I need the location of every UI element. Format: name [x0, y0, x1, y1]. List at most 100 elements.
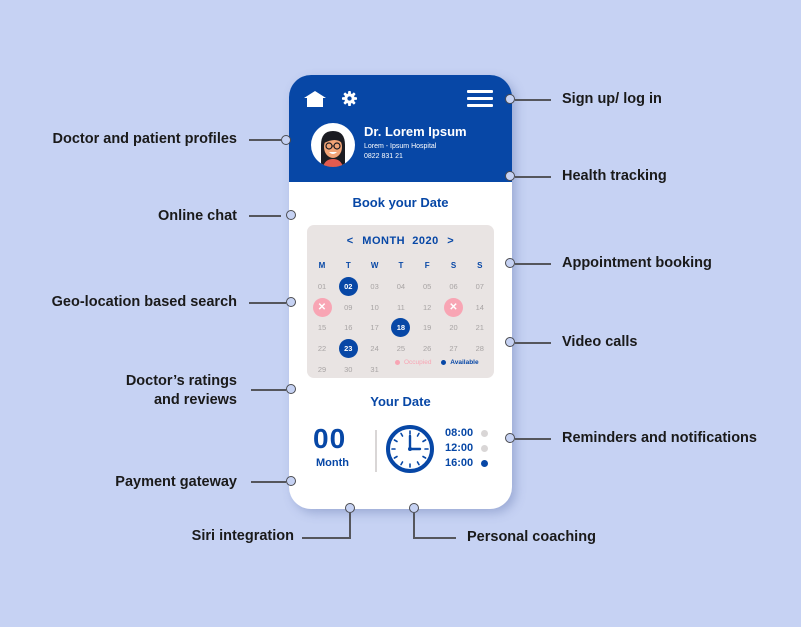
- day-number: 01: [317, 281, 327, 291]
- day-number: 17: [370, 323, 379, 333]
- weekday-label: F: [424, 261, 430, 270]
- calendar-day[interactable]: 05: [416, 277, 438, 297]
- connector-line: [515, 263, 551, 265]
- calendar-day[interactable]: 10: [364, 298, 386, 318]
- connector-line: [249, 302, 286, 304]
- connector-line: [515, 342, 551, 344]
- day-number: 03: [370, 281, 379, 291]
- calendar-day[interactable]: 22: [311, 339, 333, 359]
- calendar-day[interactable]: 27: [443, 339, 465, 359]
- doctor-avatar[interactable]: [311, 123, 355, 167]
- time-slot[interactable]: 16:00: [445, 456, 489, 471]
- calendar-day[interactable]: 06: [443, 277, 465, 297]
- app-header: Dr. Lorem Ipsum Lorem - Ipsum Hospital 0…: [289, 75, 512, 182]
- day-number: 20: [449, 323, 458, 333]
- calendar-day[interactable]: 31: [364, 360, 386, 380]
- divider: [375, 430, 377, 472]
- doctor-name: Dr. Lorem Ipsum: [364, 124, 467, 139]
- calendar-day[interactable]: 15: [311, 318, 333, 338]
- unselected-dot-icon: [481, 444, 489, 452]
- month-year-label: MONTH 2020: [362, 235, 439, 247]
- connector-line: [413, 537, 456, 539]
- calendar-day[interactable]: 28: [469, 339, 491, 359]
- calendar-day[interactable]: 01: [311, 277, 333, 297]
- day-number: 02: [338, 276, 358, 296]
- occupied-x-icon: ✕: [312, 297, 332, 317]
- hamburger-menu-icon[interactable]: [467, 90, 493, 108]
- calendar-day[interactable]: 20: [443, 318, 465, 338]
- day-number: 26: [423, 344, 432, 354]
- connector-node: [505, 171, 515, 181]
- legend-available: Available: [450, 359, 479, 366]
- time-label: 16:00: [445, 457, 474, 469]
- calendar-day[interactable]: 04: [390, 277, 412, 297]
- calendar-day-available[interactable]: 02: [337, 276, 359, 297]
- connector-line: [249, 215, 281, 217]
- callout-doctor-patient-profiles: Doctor and patient profiles: [52, 131, 238, 147]
- phone-mockup: Dr. Lorem Ipsum Lorem - Ipsum Hospital 0…: [289, 75, 512, 509]
- calendar-day-occupied[interactable]: ✕: [443, 297, 465, 318]
- day-number: 14: [475, 302, 484, 312]
- calendar-day[interactable]: 16: [337, 318, 359, 338]
- calendar-day-available[interactable]: 18: [390, 318, 412, 338]
- calendar-day[interactable]: 11: [390, 298, 412, 318]
- calendar-day[interactable]: 17: [364, 318, 386, 338]
- weekday-label: S: [477, 261, 483, 270]
- callout-online-chat: Online chat: [158, 208, 237, 224]
- day-number: 31: [370, 365, 379, 374]
- book-date-title: Book your Date: [352, 195, 449, 210]
- calendar-day[interactable]: 26: [416, 339, 438, 359]
- calendar-day[interactable]: 07: [469, 277, 491, 297]
- calendar-day[interactable]: 25: [390, 339, 412, 359]
- day-number: 16: [344, 323, 353, 333]
- connector-node: [286, 210, 296, 220]
- time-slot-list: 08:00 12:00 16:00: [445, 426, 489, 471]
- calendar-day[interactable]: 29: [311, 360, 333, 380]
- occupied-dot-icon: [395, 359, 400, 365]
- callout-sign-up-log-in: Sign up/ log in: [562, 91, 662, 107]
- connector-node: [286, 297, 296, 307]
- selected-day-value: 00: [313, 423, 347, 454]
- day-number: 05: [423, 281, 432, 291]
- prev-month-button[interactable]: <: [342, 235, 359, 247]
- connector-line: [349, 513, 351, 538]
- connector-line: [302, 537, 351, 539]
- callout-doctor-ratings: Doctor’s ratings: [125, 373, 237, 389]
- calendar-day[interactable]: 24: [364, 339, 386, 359]
- day-number: 28: [475, 344, 484, 354]
- connector-node: [286, 476, 296, 486]
- calendar-day[interactable]: 09: [337, 298, 359, 318]
- day-number: 21: [475, 323, 484, 333]
- occupied-x-icon: ✕: [444, 297, 463, 317]
- callout-appointment-booking: Appointment booking: [562, 255, 712, 271]
- time-label: 08:00: [445, 427, 474, 439]
- day-number: 12: [423, 302, 432, 312]
- available-dot-icon: [441, 359, 447, 365]
- callout-geo-location-search: Geo-location based search: [51, 294, 237, 310]
- calendar-day[interactable]: 30: [337, 360, 359, 380]
- calendar-day-available[interactable]: 23: [337, 339, 359, 359]
- selected-month-label: Month: [316, 457, 349, 469]
- calendar-day[interactable]: 19: [416, 318, 438, 338]
- calendar: < MONTH 2020 > M T W T F S S 01 02 03 04 05 06 07 ✕ 09 1…: [307, 225, 494, 378]
- connector-node: [286, 384, 296, 394]
- home-icon[interactable]: [304, 91, 326, 107]
- day-number: 25: [396, 344, 406, 354]
- connector-node: [505, 433, 515, 443]
- day-number: 24: [370, 344, 379, 354]
- calendar-day[interactable]: 21: [469, 318, 491, 338]
- calendar-day[interactable]: 12: [416, 298, 438, 318]
- connector-node: [345, 503, 355, 513]
- callout-health-tracking: Health tracking: [562, 168, 667, 184]
- calendar-day[interactable]: 14: [469, 298, 491, 318]
- time-label: 12:00: [445, 442, 474, 454]
- callout-siri-integration: Siri integration: [191, 528, 294, 544]
- calendar-day-occupied[interactable]: ✕: [311, 297, 333, 318]
- time-slot[interactable]: 08:00: [445, 426, 489, 441]
- connector-line: [251, 481, 286, 483]
- calendar-day[interactable]: 03: [364, 277, 386, 297]
- time-slot[interactable]: 12:00: [445, 441, 489, 456]
- day-number: 22: [317, 344, 327, 354]
- next-month-button[interactable]: >: [442, 235, 459, 247]
- gear-icon[interactable]: [342, 91, 357, 106]
